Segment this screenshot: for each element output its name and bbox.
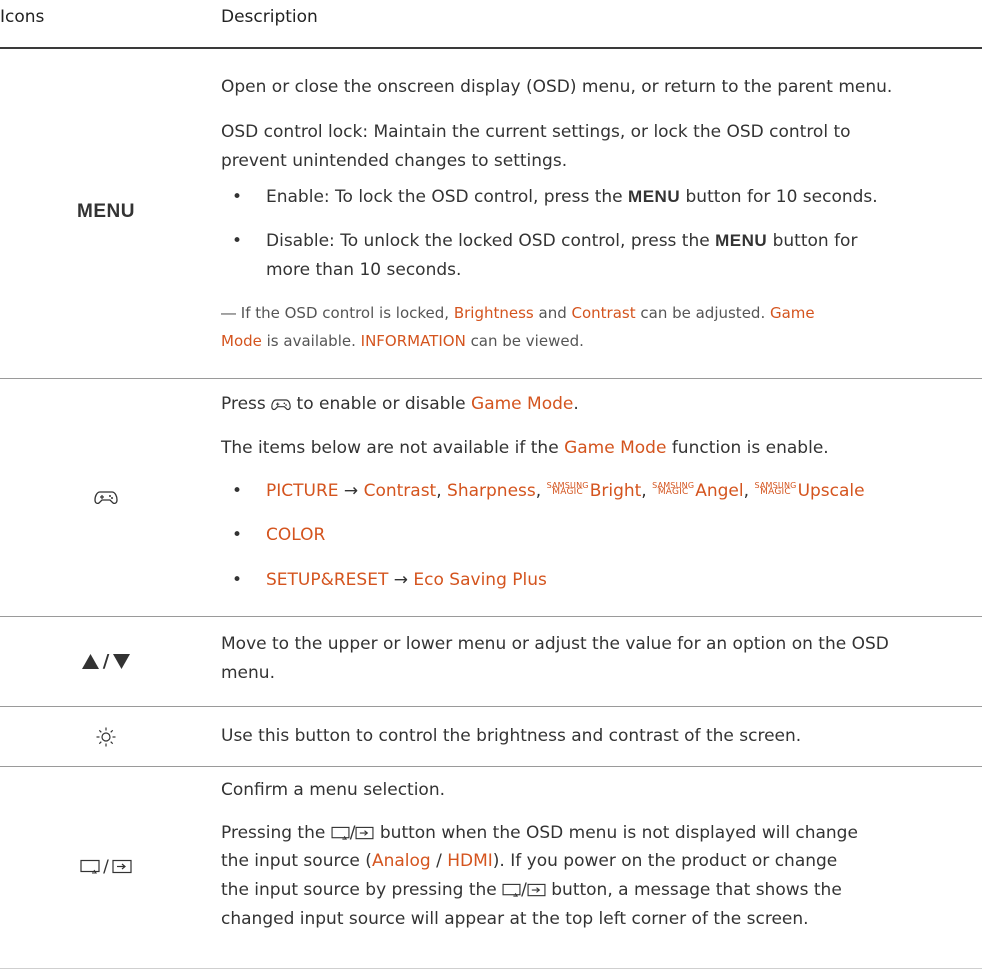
icon-cell: MENU — [0, 49, 212, 375]
enter-icon — [527, 883, 546, 897]
gamepad-icon — [271, 399, 291, 411]
desc-line: Open or close the onscreen display (OSD)… — [221, 77, 893, 97]
row-divider — [0, 968, 982, 969]
table-row-updown: / Move to the upper or lower menu or adj… — [0, 617, 982, 706]
table-header: Icons Description — [0, 0, 982, 48]
icon-cell — [0, 379, 212, 616]
source-icon — [331, 826, 350, 840]
samsung-magic-logo: SAMSUNG MAGIC — [652, 481, 695, 497]
bullet-icon: • — [232, 187, 243, 207]
up-arrow-icon — [81, 654, 99, 669]
bullet-icon: • — [232, 481, 243, 501]
samsung-magic-logo: SAMSUNG MAGIC — [754, 481, 797, 497]
up-down-arrows-icon: / — [81, 651, 131, 672]
desc-line: the input source (Analog / HDMI). If you… — [221, 851, 838, 871]
table-row-source: / Confirm a menu selection. Pressing the… — [0, 767, 982, 971]
bullet-icon: • — [232, 570, 243, 590]
source-icon — [80, 859, 100, 874]
desc-line: prevent unintended changes to settings. — [221, 151, 568, 171]
desc-line: menu. — [221, 663, 275, 683]
bullet-item: PICTURE → Contrast, Sharpness, SAMSUNG MA… — [266, 481, 865, 501]
table-row-menu: MENU Open or close the onscreen display … — [0, 49, 982, 375]
enter-icon — [355, 826, 374, 840]
desc-line: Use this button to control the brightnes… — [221, 726, 802, 746]
source-enter-icon: / — [80, 857, 132, 877]
note-line: Mode is available. INFORMATION can be vi… — [221, 332, 584, 350]
desc-line: OSD control lock: Maintain the current s… — [221, 122, 851, 142]
table-row-brightness: Use this button to control the brightnes… — [0, 707, 982, 766]
brightness-icon — [96, 727, 116, 746]
desc-line: Confirm a menu selection. — [221, 780, 446, 800]
header-description: Description — [221, 7, 318, 27]
source-icon — [502, 883, 521, 897]
bullet-item: COLOR — [266, 525, 326, 545]
note-line: ― If the OSD control is locked, Brightne… — [221, 304, 815, 322]
gamepad-icon — [94, 490, 118, 504]
bullet-continuation: more than 10 seconds. — [266, 260, 462, 280]
menu-key-label: MENU — [77, 201, 135, 222]
bullet-item: Disable: To unlock the locked OSD contro… — [266, 231, 858, 251]
icon-cell — [0, 707, 212, 766]
table-row-game: Press to enable or disable Game Mode. Th… — [0, 379, 982, 616]
bullet-item: SETUP&RESET → Eco Saving Plus — [266, 570, 547, 590]
desc-line: The items below are not available if the… — [221, 438, 829, 458]
desc-line: changed input source will appear at the … — [221, 909, 809, 929]
desc-line: the input source by pressing the / butto… — [221, 880, 842, 900]
desc-line: Pressing the / button when the OSD menu … — [221, 823, 858, 843]
desc-line: Press to enable or disable Game Mode. — [221, 394, 579, 414]
icon-cell: / — [0, 767, 212, 967]
header-icons: Icons — [0, 7, 45, 27]
bullet-icon: • — [232, 231, 243, 251]
desc-line: Move to the upper or lower menu or adjus… — [221, 634, 889, 654]
bullet-item: Enable: To lock the OSD control, press t… — [266, 187, 878, 207]
down-arrow-icon — [113, 654, 131, 669]
enter-icon — [112, 859, 132, 874]
bullet-icon: • — [232, 525, 243, 545]
samsung-magic-logo: SAMSUNG MAGIC — [546, 481, 589, 497]
icon-cell: / — [0, 617, 212, 706]
